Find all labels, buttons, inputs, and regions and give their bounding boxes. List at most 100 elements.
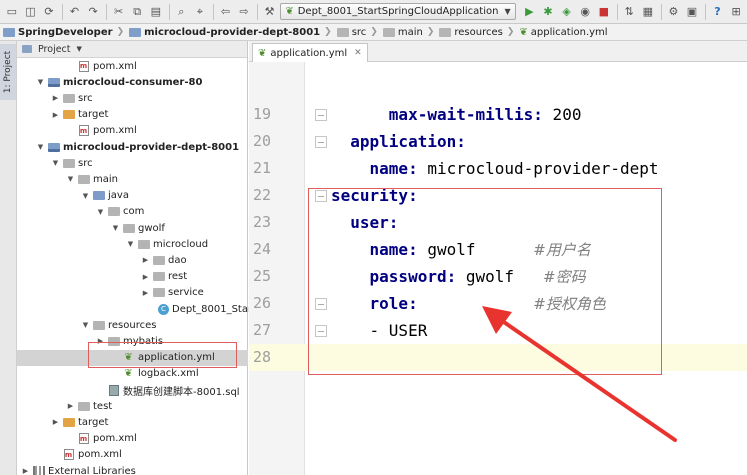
tree-item-label: logback.xml bbox=[138, 368, 199, 380]
tree-item[interactable]: ▶ target bbox=[17, 107, 248, 123]
settings-icon[interactable]: ⚙ bbox=[666, 3, 682, 20]
help-icon[interactable]: ? bbox=[710, 3, 726, 20]
tree-item[interactable]: m pom.xml bbox=[17, 123, 248, 139]
cut-icon[interactable]: ✂ bbox=[111, 3, 127, 20]
sync-icon[interactable]: ⟳ bbox=[41, 3, 57, 20]
editor-tab-application-yml[interactable]: ❦ application.yml ✕ bbox=[252, 43, 368, 62]
vcs-icon[interactable]: ⇅ bbox=[621, 3, 637, 20]
expanded-arrow-icon[interactable]: ▼ bbox=[96, 208, 105, 216]
collapsed-arrow-icon[interactable]: ▶ bbox=[51, 111, 60, 119]
tree-item[interactable]: ▼ resources bbox=[17, 317, 248, 333]
code-line[interactable] bbox=[249, 344, 747, 371]
fold-marker-icon[interactable] bbox=[315, 298, 327, 310]
expanded-arrow-icon[interactable]: ▼ bbox=[66, 175, 75, 183]
collapsed-arrow-icon[interactable]: ▶ bbox=[51, 94, 60, 102]
tree-item[interactable]: ▶ service bbox=[17, 285, 248, 301]
tree-item[interactable]: ▼ microcloud-consumer-80 bbox=[17, 74, 248, 90]
tree-item[interactable]: 数据库创建脚本-8001.sql bbox=[17, 382, 248, 398]
tree-item[interactable]: C Dept_8001_Start bbox=[17, 301, 256, 317]
expanded-arrow-icon[interactable]: ▼ bbox=[51, 159, 60, 167]
breadcrumb-item[interactable]: src ❯ bbox=[336, 27, 383, 38]
back-icon[interactable]: ⇦ bbox=[218, 3, 234, 20]
paste-icon[interactable]: ▤ bbox=[148, 3, 164, 20]
tree-item[interactable]: m pom.xml bbox=[17, 431, 248, 447]
tree-item[interactable]: ▶ rest bbox=[17, 269, 248, 285]
run-icon[interactable]: ▶ bbox=[522, 3, 538, 20]
plugin-icon[interactable]: ⊞ bbox=[728, 3, 744, 20]
debug-icon[interactable]: ✱ bbox=[540, 3, 556, 20]
tree-item[interactable]: ▼ microcloud bbox=[17, 236, 248, 252]
tree-item[interactable]: m pom.xml bbox=[17, 58, 248, 74]
collapsed-arrow-icon[interactable]: ▶ bbox=[66, 402, 75, 410]
tree-item[interactable]: ▼ microcloud-provider-dept-8001 bbox=[17, 139, 248, 155]
collapsed-arrow-icon[interactable]: ▶ bbox=[51, 418, 60, 426]
code-line[interactable]: user: bbox=[249, 209, 747, 236]
fold-marker-icon[interactable] bbox=[315, 190, 327, 202]
project-structure-icon[interactable]: ▣ bbox=[684, 3, 700, 20]
tree-item-label: External Libraries bbox=[48, 465, 136, 475]
undo-icon[interactable]: ↶ bbox=[67, 3, 83, 20]
tree-item[interactable]: ▶ test bbox=[17, 398, 248, 414]
project-panel-header[interactable]: Project ▼ bbox=[17, 41, 247, 58]
collapsed-arrow-icon[interactable]: ▶ bbox=[21, 467, 30, 475]
tree-item[interactable]: ▶ mybatis bbox=[17, 333, 248, 349]
tree-item-icon: m bbox=[77, 60, 90, 72]
collapsed-arrow-icon[interactable]: ▶ bbox=[96, 337, 105, 345]
code-line[interactable]: password: gwolf #密码 bbox=[249, 263, 747, 290]
expanded-arrow-icon[interactable]: ▼ bbox=[81, 192, 90, 200]
tree-item[interactable]: ▼ src bbox=[17, 155, 248, 171]
collapsed-arrow-icon[interactable]: ▶ bbox=[141, 256, 150, 264]
expanded-arrow-icon[interactable]: ▼ bbox=[111, 224, 120, 232]
find-icon[interactable]: ⌕ bbox=[174, 3, 190, 20]
replace-icon[interactable]: ⌖ bbox=[192, 3, 208, 20]
tree-item[interactable]: ▼ gwolf bbox=[17, 220, 248, 236]
coverage-icon[interactable]: ◈ bbox=[559, 3, 575, 20]
fold-marker-icon[interactable] bbox=[315, 109, 327, 121]
breadcrumb-item[interactable]: SpringDeveloper ❯ bbox=[3, 27, 129, 38]
yaml-key: user: bbox=[350, 213, 399, 232]
tree-item[interactable]: ▶ External Libraries bbox=[17, 463, 248, 475]
close-icon[interactable]: ✕ bbox=[354, 48, 362, 58]
code-line[interactable]: name: microcloud-provider-dept bbox=[249, 155, 747, 182]
breadcrumb-item[interactable]: resources ❯ bbox=[439, 27, 519, 38]
expanded-arrow-icon[interactable]: ▼ bbox=[36, 78, 45, 86]
breadcrumb-item[interactable]: main ❯ bbox=[382, 27, 440, 38]
forward-icon[interactable]: ⇨ bbox=[236, 3, 252, 20]
tree-item[interactable]: ▶ target bbox=[17, 414, 248, 430]
sql-file-icon bbox=[108, 384, 119, 396]
save-all-icon[interactable]: ◫ bbox=[23, 3, 39, 20]
tree-item-icon bbox=[62, 417, 75, 428]
open-icon[interactable]: ▭ bbox=[4, 3, 20, 20]
breadcrumb-item[interactable]: microcloud-provider-dept-8001 ❯ bbox=[129, 27, 337, 38]
tree-item-label: application.yml bbox=[138, 352, 215, 364]
code-editor[interactable]: max-wait-millis: 200 19 application: 20 na… bbox=[249, 62, 747, 475]
toolbar-separator bbox=[704, 3, 706, 20]
structure-icon[interactable]: ▦ bbox=[640, 3, 656, 20]
tree-item[interactable]: ❦ logback.xml bbox=[17, 366, 248, 382]
breadcrumb-item[interactable]: ❦ application.yml bbox=[519, 27, 607, 38]
breadcrumb-label: resources bbox=[454, 26, 503, 38]
expanded-arrow-icon[interactable]: ▼ bbox=[81, 321, 90, 329]
project-tool-tab[interactable]: 1: Project bbox=[0, 44, 16, 100]
fold-marker-icon[interactable] bbox=[315, 136, 327, 148]
run-configuration-select[interactable]: ❦ Dept_8001_StartSpringCloudApplication … bbox=[280, 3, 516, 20]
tree-item[interactable]: m pom.xml bbox=[17, 447, 248, 463]
stop-icon[interactable]: ■ bbox=[596, 3, 612, 20]
copy-icon[interactable]: ⧉ bbox=[129, 3, 145, 20]
tree-item[interactable]: ▶ dao bbox=[17, 252, 248, 268]
fold-marker-icon[interactable] bbox=[315, 325, 327, 337]
tree-item[interactable]: ▼ java bbox=[17, 188, 248, 204]
tree-item[interactable]: ❦ application.yml bbox=[17, 349, 248, 366]
tree-item[interactable]: ▼ main bbox=[17, 171, 248, 187]
redo-icon[interactable]: ↷ bbox=[85, 3, 101, 20]
code-line[interactable]: name: gwolf #用户名 bbox=[249, 236, 747, 263]
tree-item[interactable]: ▶ src bbox=[17, 90, 248, 106]
build-icon[interactable]: ⚒ bbox=[262, 3, 278, 20]
collapsed-arrow-icon[interactable]: ▶ bbox=[141, 273, 150, 281]
expanded-arrow-icon[interactable]: ▼ bbox=[36, 143, 45, 151]
tree-item-icon bbox=[47, 77, 60, 88]
profile-icon[interactable]: ◉ bbox=[577, 3, 593, 20]
tree-item[interactable]: ▼ com bbox=[17, 204, 248, 220]
expanded-arrow-icon[interactable]: ▼ bbox=[126, 240, 135, 248]
collapsed-arrow-icon[interactable]: ▶ bbox=[141, 289, 150, 297]
